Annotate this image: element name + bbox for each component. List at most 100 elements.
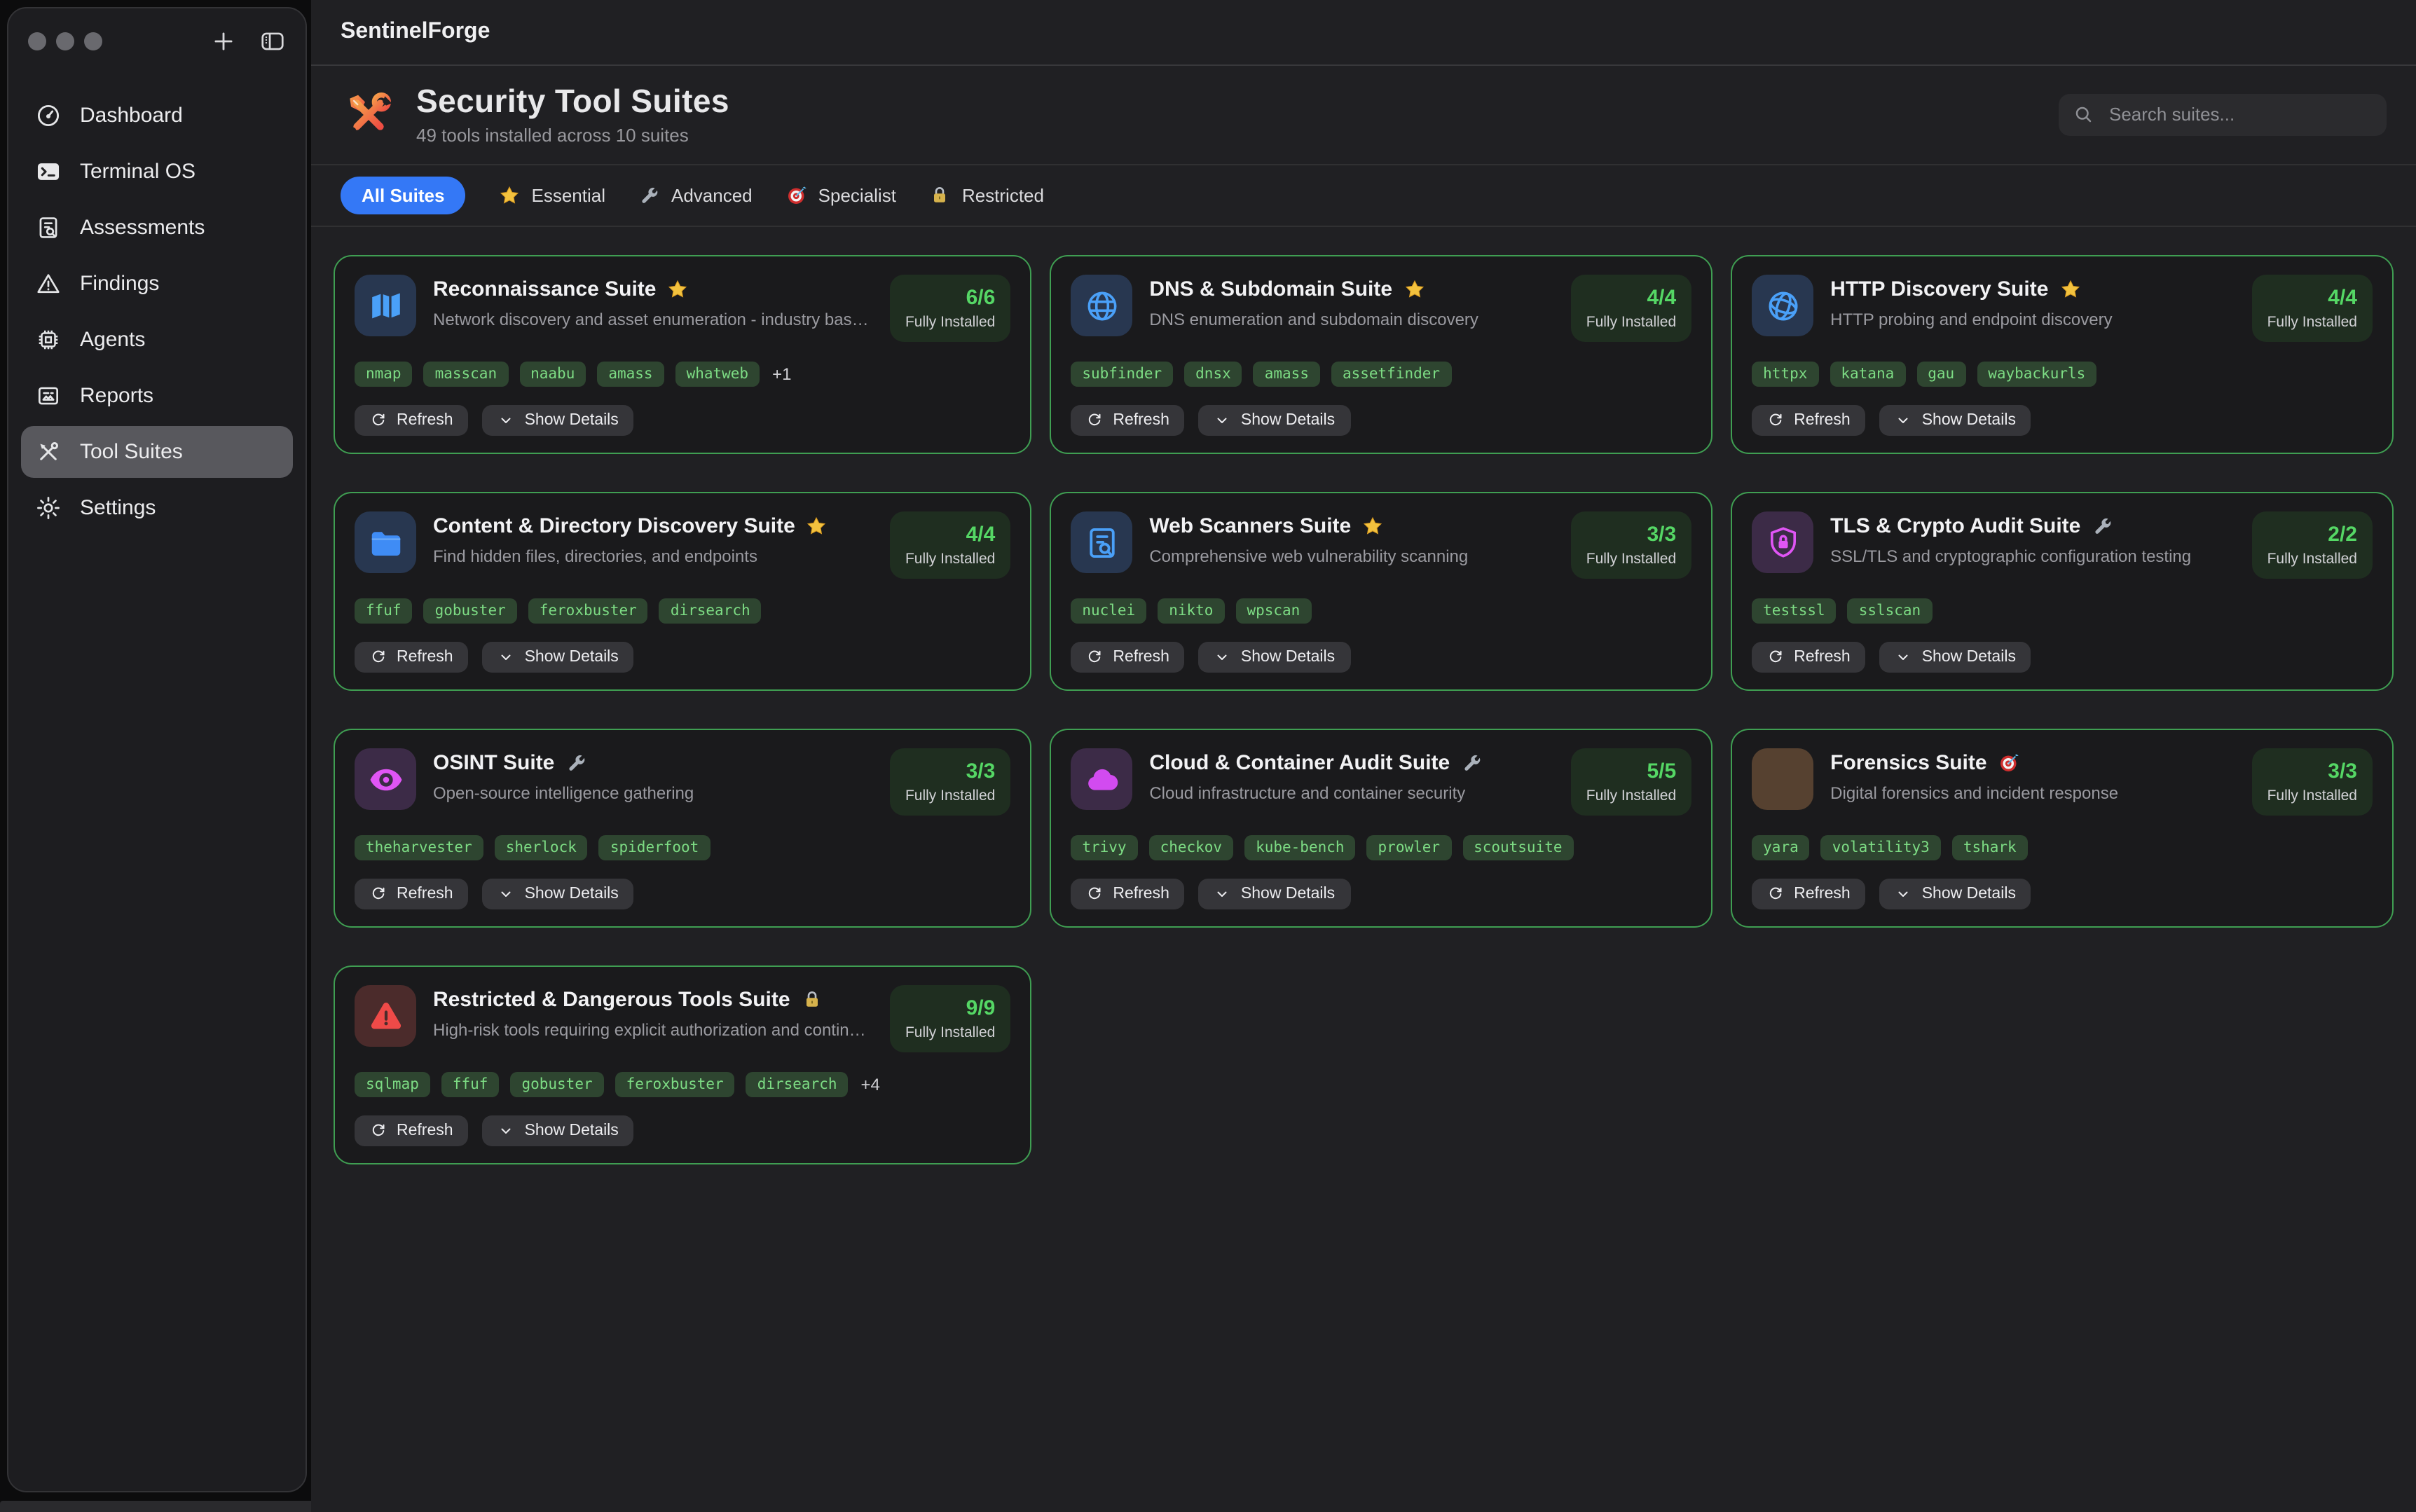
tool-tag: checkov (1149, 835, 1234, 860)
sidebar-item-assessments[interactable]: Assessments (21, 202, 293, 254)
hammer-wrench-icon (341, 86, 397, 142)
sidebar-item-findings[interactable]: Findings (21, 258, 293, 310)
tool-tag: feroxbuster (528, 598, 648, 624)
install-status-badge: 4/4Fully Installed (890, 511, 1010, 579)
tool-tag: dirsearch (659, 598, 762, 624)
install-status-badge: 3/3Fully Installed (2252, 748, 2373, 816)
minimize-window-button[interactable] (56, 32, 74, 50)
tool-tag: volatility3 (1821, 835, 1941, 860)
refresh-button[interactable]: Refresh (1071, 879, 1185, 909)
sidebar-item-reports[interactable]: Reports (21, 370, 293, 422)
wrench-icon (565, 752, 586, 774)
page-header: Security Tool Suites 49 tools installed … (311, 66, 2416, 165)
install-status-label: Fully Installed (1586, 551, 1676, 568)
refresh-button-label: Refresh (1794, 649, 1851, 666)
refresh-button[interactable]: Refresh (1752, 879, 1866, 909)
sidebar-item-label: Terminal OS (80, 160, 195, 184)
wrench-icon (1461, 752, 1482, 774)
tool-tag: masscan (424, 362, 509, 387)
refresh-button[interactable]: Refresh (1752, 642, 1866, 673)
sidebar-item-settings[interactable]: Settings (21, 482, 293, 534)
install-count: 2/2 (2267, 523, 2357, 547)
chevron-down-icon (498, 886, 515, 902)
show-details-button[interactable]: Show Details (1199, 879, 1350, 909)
refresh-button[interactable]: Refresh (355, 405, 469, 436)
zoom-window-button[interactable] (84, 32, 102, 50)
filter-tab-restricted[interactable]: Restricted (930, 177, 1044, 214)
refresh-icon (1086, 886, 1103, 902)
tool-tag: theharvester (355, 835, 483, 860)
sidebar-item-label: Tool Suites (80, 440, 183, 464)
lock-icon (802, 989, 823, 1010)
show-details-button[interactable]: Show Details (1880, 642, 2031, 673)
refresh-icon (1086, 412, 1103, 429)
new-button[interactable] (210, 27, 237, 54)
tool-tag: gobuster (510, 1072, 603, 1097)
tool-tag: scoutsuite (1462, 835, 1573, 860)
show-details-button[interactable]: Show Details (1880, 879, 2031, 909)
window-bottom-edge (0, 1501, 311, 1512)
star-icon (500, 185, 521, 206)
sidebar-item-label: Agents (80, 328, 145, 352)
suite-title: Forensics Suite (1830, 751, 1986, 775)
filter-tab-label: Advanced (671, 185, 753, 206)
suite-card-http-discovery-suite: HTTP Discovery SuiteHTTP probing and end… (1731, 255, 2394, 454)
tool-tag-list: testsslsslscan (1752, 598, 2373, 624)
window-controls (28, 32, 102, 50)
tool-tag: sslscan (1848, 598, 1933, 624)
show-details-button[interactable]: Show Details (1880, 405, 2031, 436)
show-details-button[interactable]: Show Details (483, 405, 634, 436)
suite-description: DNS enumeration and subdomain discovery (1149, 310, 1553, 329)
tool-tag: feroxbuster (615, 1072, 735, 1097)
tool-tag-list: trivycheckovkube-benchprowlerscoutsuite (1071, 835, 1691, 860)
show-details-button-label: Show Details (525, 886, 619, 902)
close-window-button[interactable] (28, 32, 46, 50)
sidebar-item-terminal-os[interactable]: Terminal OS (21, 146, 293, 198)
install-status-label: Fully Installed (905, 788, 995, 804)
tool-tag: tshark (1952, 835, 2028, 860)
refresh-button[interactable]: Refresh (1071, 642, 1185, 673)
chevron-down-icon (1895, 649, 1912, 666)
sidebar-item-dashboard[interactable]: Dashboard (21, 90, 293, 142)
sidebar-toggle-button[interactable] (259, 27, 286, 54)
show-details-button[interactable]: Show Details (483, 1115, 634, 1146)
show-details-button[interactable]: Show Details (1199, 405, 1350, 436)
install-count: 4/4 (1586, 286, 1676, 310)
suite-description: Open-source intelligence gathering (433, 783, 873, 803)
sidebar-item-agents[interactable]: Agents (21, 314, 293, 366)
install-status-badge: 4/4Fully Installed (1571, 275, 1691, 342)
globe-icon (1071, 275, 1132, 336)
sidebar-nav: Dashboard Terminal OS AssessmentsFindings A… (21, 90, 293, 534)
sidebar-item-tool-suites[interactable]: Tool Suites (21, 426, 293, 478)
refresh-button[interactable]: Refresh (355, 642, 469, 673)
filter-tab-label: Restricted (962, 185, 1044, 206)
suite-title: DNS & Subdomain Suite (1149, 277, 1392, 301)
filter-tab-all-suites[interactable]: All Suites (341, 177, 466, 214)
search-box[interactable] (2059, 93, 2387, 135)
tool-tag: amass (1254, 362, 1320, 387)
refresh-button[interactable]: Refresh (1752, 405, 1866, 436)
tool-tag-list: sqlmapffufgobusterferoxbusterdirsearch+4 (355, 1072, 1010, 1097)
refresh-button-label: Refresh (1794, 412, 1851, 429)
refresh-icon (1767, 886, 1784, 902)
refresh-button-label: Refresh (397, 886, 453, 902)
filter-tab-essential[interactable]: Essential (500, 177, 606, 214)
tool-tag: dnsx (1184, 362, 1242, 387)
tool-tag: nmap (355, 362, 413, 387)
filter-tab-label: Essential (532, 185, 606, 206)
tool-tag: dirsearch (746, 1072, 849, 1097)
show-details-button-label: Show Details (1241, 649, 1335, 666)
titlebar: SentinelForge (311, 0, 2416, 66)
show-details-button[interactable]: Show Details (483, 879, 634, 909)
filter-tab-advanced[interactable]: Advanced (639, 177, 753, 214)
tools-icon (35, 439, 62, 465)
search-input[interactable] (2106, 102, 2373, 126)
wrench-icon (2092, 516, 2113, 537)
filter-tab-specialist[interactable]: Specialist (786, 177, 896, 214)
show-details-button[interactable]: Show Details (1199, 642, 1350, 673)
refresh-button[interactable]: Refresh (355, 1115, 469, 1146)
show-details-button[interactable]: Show Details (483, 642, 634, 673)
refresh-button[interactable]: Refresh (1071, 405, 1185, 436)
refresh-button[interactable]: Refresh (355, 879, 469, 909)
install-count: 3/3 (2267, 760, 2357, 783)
